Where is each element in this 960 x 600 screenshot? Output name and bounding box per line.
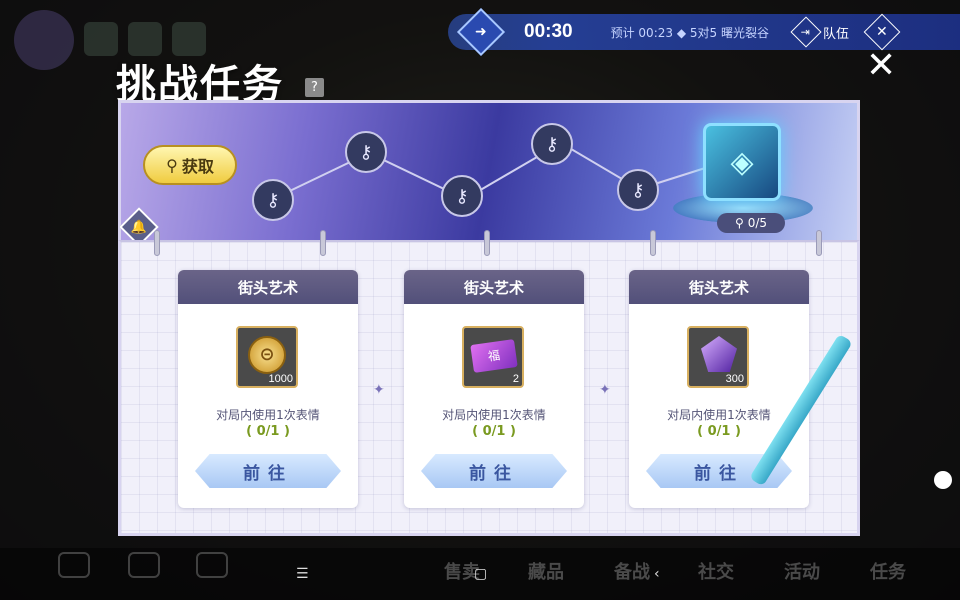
nav-item-events[interactable]: 活动 bbox=[784, 558, 820, 584]
reward-slot[interactable]: 300 bbox=[687, 326, 749, 388]
match-icon: ➜ bbox=[456, 7, 506, 57]
key-count-value: 0/5 bbox=[747, 216, 768, 230]
reward-quantity: 2 bbox=[512, 373, 519, 385]
task-card: 街头艺术 福 2 对局内使用1次表情 ( 0/1 ) 前往 bbox=[404, 270, 584, 508]
binder-ring bbox=[154, 230, 160, 256]
key-node-5: ⚷ bbox=[617, 169, 659, 211]
team-button[interactable]: ⇥ 队伍 bbox=[790, 16, 849, 48]
binder-ring bbox=[816, 230, 822, 256]
nav-item-collection[interactable]: 藏品 bbox=[528, 558, 564, 584]
task-description: 对局内使用1次表情 bbox=[442, 408, 546, 422]
nav-item-tasks[interactable]: 任务 bbox=[870, 558, 906, 584]
key-node-2: ⚷ bbox=[345, 131, 387, 173]
close-button[interactable]: ✕ bbox=[866, 48, 896, 84]
ticket-icon: 福 bbox=[470, 339, 518, 373]
bag-icon[interactable] bbox=[196, 552, 228, 578]
task-card: 街头艺术 ⊝ 1000 对局内使用1次表情 ( 0/1 ) 前往 bbox=[178, 270, 358, 508]
key-node-3: ⚷ bbox=[441, 175, 483, 217]
tree-icon bbox=[128, 22, 162, 56]
binder-ring bbox=[650, 230, 656, 256]
task-description: 对局内使用1次表情 bbox=[216, 408, 320, 422]
go-button[interactable]: 前往 bbox=[195, 454, 341, 488]
binder-ring bbox=[320, 230, 326, 256]
chat-icon[interactable] bbox=[58, 552, 90, 578]
crystal-icon bbox=[701, 336, 737, 372]
exit-icon: ⇥ bbox=[790, 16, 822, 48]
reward-quantity: 1000 bbox=[268, 373, 293, 385]
sparkle-icon: ✦ bbox=[373, 382, 385, 398]
key-small-icon: ⚲ bbox=[734, 216, 744, 230]
task-card: 街头艺术 300 对局内使用1次表情 ( 0/1 ) 前往 bbox=[629, 270, 809, 508]
reward-slot[interactable]: ⊝ 1000 bbox=[236, 326, 298, 388]
system-back-button[interactable]: ‹ bbox=[654, 566, 660, 582]
task-card-title: 街头艺术 bbox=[178, 270, 358, 304]
task-card-title: 街头艺术 bbox=[629, 270, 809, 304]
task-progress: ( 0/1 ) bbox=[472, 424, 516, 439]
sparkle-icon: ✦ bbox=[599, 382, 611, 398]
mail-icon[interactable] bbox=[128, 552, 160, 578]
go-button[interactable]: 前往 bbox=[421, 454, 567, 488]
system-menu-button[interactable]: ☰ bbox=[296, 566, 309, 582]
profile-emblem-icon bbox=[14, 10, 74, 70]
nav-item-prepare[interactable]: 备战 bbox=[614, 558, 650, 584]
ship-icon bbox=[84, 22, 118, 56]
match-estimate: 预计 00:23 ◆ 5对5 曙光裂谷 bbox=[610, 25, 769, 40]
shop-icon bbox=[172, 22, 206, 56]
nav-item-social[interactable]: 社交 bbox=[698, 558, 734, 584]
help-button[interactable]: ? bbox=[305, 78, 324, 97]
key-progress-banner: ⚲ 获取 ⚷ ⚷ ⚷ ⚷ ⚷ ◈ ⚲ 0/5 🔔 bbox=[118, 100, 860, 247]
key-node-4: ⚷ bbox=[531, 123, 573, 165]
team-label: 队伍 bbox=[822, 26, 849, 42]
reward-quantity: 300 bbox=[725, 373, 744, 385]
floating-assist-button[interactable] bbox=[934, 471, 952, 489]
match-timer: 00:30 bbox=[524, 21, 573, 42]
reward-slot[interactable]: 福 2 bbox=[462, 326, 524, 388]
reward-chest-icon[interactable]: ◈ bbox=[703, 123, 781, 201]
task-progress: ( 0/1 ) bbox=[246, 424, 290, 439]
coin-icon: ⊝ bbox=[248, 336, 286, 374]
task-card-title: 街头艺术 bbox=[404, 270, 584, 304]
key-node-1: ⚷ bbox=[252, 179, 294, 221]
system-home-button[interactable]: ▢ bbox=[474, 566, 487, 582]
binder-ring bbox=[484, 230, 490, 256]
task-description: 对局内使用1次表情 bbox=[667, 408, 771, 422]
key-count-badge: ⚲ 0/5 bbox=[717, 213, 785, 233]
close-icon: ✕ bbox=[876, 23, 888, 40]
